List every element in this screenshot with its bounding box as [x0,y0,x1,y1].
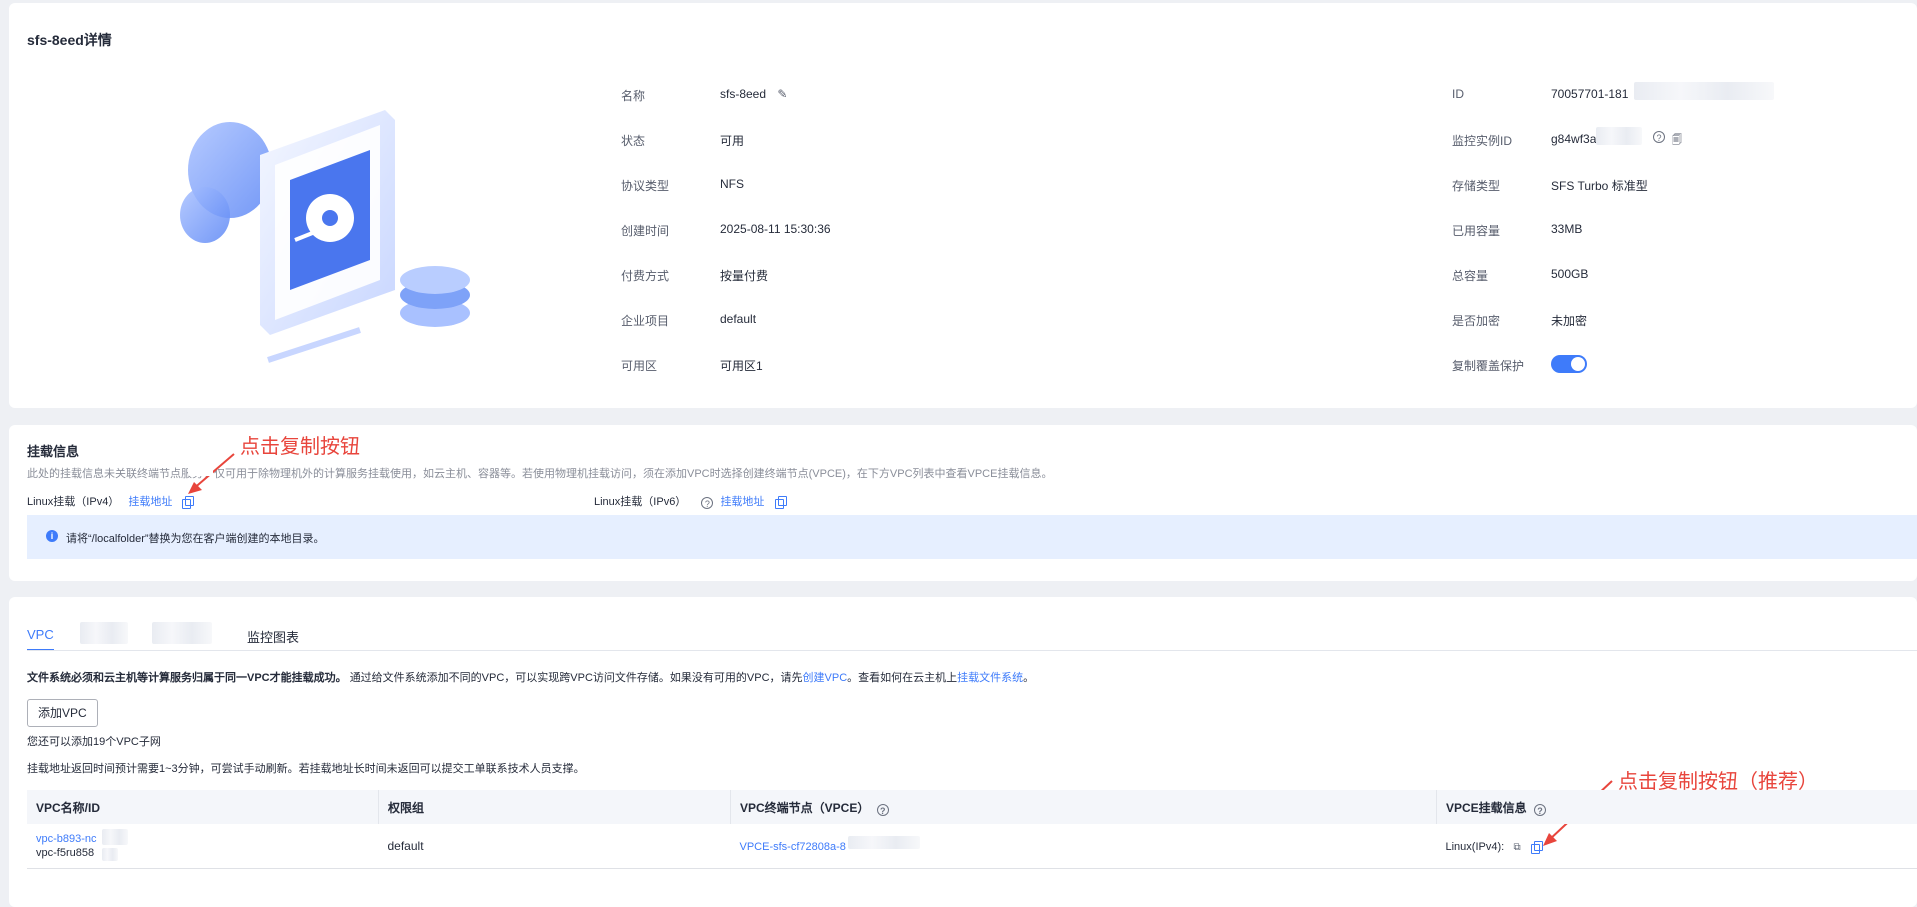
mount-fs-link[interactable]: 挂载文件系统 [957,672,1023,684]
redacted-vpc-id [102,848,118,861]
vpc-id-text: vpc-f5ru858 [36,847,370,859]
page-title: sfs-8eed详情 [27,30,112,50]
overwrite-protection-toggle[interactable] [1551,355,1587,373]
protocol-value: NFS [720,177,744,191]
create-vpc-link[interactable]: 创建VPC [803,672,848,684]
encryption-value: 未加密 [1551,312,1587,329]
vpc-info-text: 文件系统必须和云主机等计算服务归属于同一VPC才能挂载成功。 通过给文件系统添加… [27,669,1034,685]
file-storage-illustration [180,100,490,370]
status-value: 可用 [720,132,744,149]
vpc-name-link[interactable]: vpc-b893-nc [36,833,370,845]
vpc-name-cell: vpc-b893-nc vpc-f5ru858 [27,824,379,869]
total-capacity-label: 总容量 [1452,267,1488,284]
vpc-info-bold: 文件系统必须和云主机等计算服务归属于同一VPC才能挂载成功。 [27,672,347,684]
col-vpc-name: VPC名称/ID [27,790,379,824]
help-icon[interactable]: ? [1653,131,1665,143]
overwrite-protection-label: 复制覆盖保护 [1452,357,1524,374]
col-permission-group: 权限组 [379,790,731,824]
name-value: sfs-8eed ✎ [720,87,787,101]
notice-text: 请将“/localfolder”替换为您在客户端创建的本地目录。 [66,530,325,546]
vpc-info-text3: 。 [1023,672,1034,684]
monitor-id-value: g84wf3av [1551,132,1602,146]
project-value: default [720,312,756,326]
notice-banner: i 请将“/localfolder”替换为您在客户端创建的本地目录。 [27,515,1917,559]
redacted-description [188,460,213,476]
tab-redacted-1[interactable] [80,622,128,644]
mount-title: 挂载信息 [27,441,79,460]
permission-group-cell: default [379,824,731,869]
vpc-hint-text: 挂载地址返回时间预计需要1~3分钟，可尝试手动刷新。若挂载地址长时间未返回可以提… [27,760,585,776]
vpc-info-text2: 。查看如何在云主机上 [847,672,957,684]
info-icon: i [46,530,58,542]
project-label: 企业项目 [621,312,669,329]
mount-description: 此处的挂载信息未关联终端节点服务，仅可用于除物理机外的计算服务挂载使用，如云主机… [27,465,1052,481]
help-icon[interactable]: ? [877,804,889,816]
id-label: ID [1452,87,1464,101]
table-header-row: VPC名称/ID 权限组 VPC终端节点（VPCE） ? VPCE挂载信息 ? [27,790,1917,824]
ipv6-mount-link[interactable]: 挂载地址 [720,496,764,508]
vpc-info-text1: 通过给文件系统添加不同的VPC，可以实现跨VPC访问文件存储。如果没有可用的VP… [350,672,803,684]
col-vpce-label: VPC终端节点（VPCE） [740,801,869,815]
name-label: 名称 [621,87,645,104]
link-copy-icon[interactable]: ⧉ [1514,842,1521,853]
vpce-mount-label: Linux(IPv4): [1446,841,1505,853]
id-value: 70057701-181 [1551,87,1628,101]
tabs-divider [27,650,1917,651]
help-icon[interactable]: ? [701,497,713,509]
vpc-table: VPC名称/ID 权限组 VPC终端节点（VPCE） ? VPCE挂载信息 ? … [27,790,1917,869]
vpce-link[interactable]: VPCE-sfs-cf72808a-8 [740,841,846,853]
storage-type-value: SFS Turbo 标准型 [1551,177,1648,194]
total-capacity-value: 500GB [1551,267,1588,281]
copy-icon[interactable] [1534,841,1543,851]
redacted-vpce [848,836,920,849]
used-capacity-value: 33MB [1551,222,1582,236]
billing-value: 按量付费 [720,267,768,284]
protocol-label: 协议类型 [621,177,669,194]
redacted-monitor-id [1596,127,1642,145]
created-value: 2025-08-11 15:30:36 [720,222,831,236]
add-vpc-button[interactable]: 添加VPC [27,699,98,727]
ipv6-mount-label: Linux挂载（IPv6） [594,496,686,508]
tab-redacted-2[interactable] [152,622,212,644]
vpce-mount-cell: Linux(IPv4): ⧉ [1437,824,1917,869]
name-text: sfs-8eed [720,87,766,101]
ipv4-mount-label: Linux挂载（IPv4） [27,496,119,508]
vpc-quota-text: 您还可以添加19个VPC子网 [27,733,161,749]
az-label: 可用区 [621,357,657,374]
billing-label: 付费方式 [621,267,669,284]
ipv4-mount-row: Linux挂载（IPv4） 挂载地址 [27,493,194,509]
col-vpce-mount: VPCE挂载信息 ? [1437,790,1917,824]
help-icon[interactable]: ? [1534,804,1546,816]
redacted-vpc-name [102,829,128,845]
table-row: vpc-b893-nc vpc-f5ru858 default VPCE-sfs… [27,824,1917,869]
storage-type-label: 存储类型 [1452,177,1500,194]
ipv4-mount-link[interactable]: 挂载地址 [128,496,172,508]
used-capacity-label: 已用容量 [1452,222,1500,239]
col-vpce: VPC终端节点（VPCE） ? [731,790,1437,824]
status-label: 状态 [621,132,645,149]
document-copy-icon[interactable]: 🗐 [1672,133,1682,150]
monitor-id-label: 监控实例ID [1452,132,1512,149]
created-label: 创建时间 [621,222,669,239]
col-vpce-mount-label: VPCE挂载信息 [1446,801,1527,815]
tab-monitoring[interactable]: 监控图表 [247,627,299,646]
tab-vpc[interactable]: VPC [27,627,54,642]
az-value: 可用区1 [720,357,763,374]
encryption-label: 是否加密 [1452,312,1500,329]
ipv6-mount-row: Linux挂载（IPv6） ? 挂载地址 [594,493,787,509]
vpce-cell: VPCE-sfs-cf72808a-8 [731,824,1437,869]
ipv6-copy-icon[interactable] [778,496,787,506]
annotation-copy-hint: 点击复制按钮 [240,430,360,459]
edit-icon[interactable]: ✎ [777,87,787,101]
redacted-id [1634,82,1774,100]
